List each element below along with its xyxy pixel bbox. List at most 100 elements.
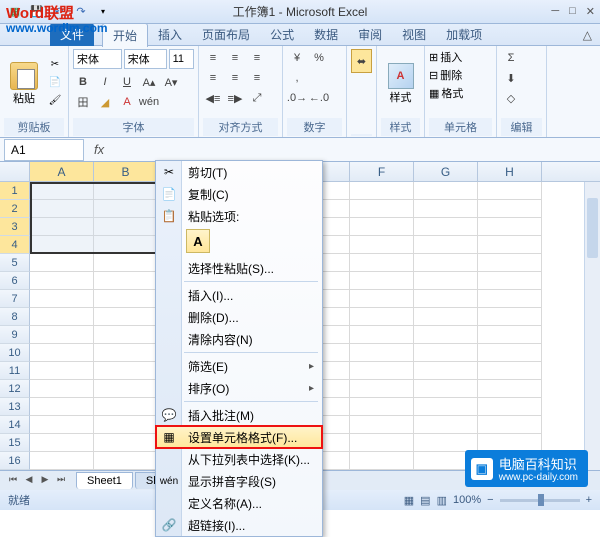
orientation-icon[interactable]: ⤢ (247, 89, 267, 107)
row-header[interactable]: 11 (0, 362, 30, 380)
font-size-combo[interactable]: 11 (169, 49, 194, 69)
align-right-icon[interactable]: ≡ (247, 69, 267, 87)
font-name2-combo[interactable]: 宋体 (124, 49, 167, 69)
row-header[interactable]: 5 (0, 254, 30, 272)
zoom-thumb[interactable] (538, 494, 544, 506)
menu-cut[interactable]: ✂剪切(T) (156, 161, 322, 183)
vertical-scrollbar[interactable] (584, 182, 600, 470)
border-icon[interactable]: 田 (73, 93, 93, 111)
zoom-in-icon[interactable]: + (586, 494, 592, 506)
tab-data[interactable]: 数据 (304, 23, 348, 46)
row-header[interactable]: 8 (0, 308, 30, 326)
fill-color-icon[interactable]: ◢ (95, 93, 115, 111)
tab-formulas[interactable]: 公式 (260, 23, 304, 46)
row-header[interactable]: 7 (0, 290, 30, 308)
menu-format-cells[interactable]: ▦设置单元格格式(F)... (156, 426, 322, 448)
font-name-combo[interactable]: 宋体 (73, 49, 122, 69)
cut-icon[interactable]: ✂ (46, 58, 64, 74)
row-header[interactable]: 15 (0, 434, 30, 452)
minimize-button[interactable]: ─ (551, 5, 559, 18)
align-mid-icon[interactable]: ≡ (225, 49, 245, 67)
row-header[interactable]: 13 (0, 398, 30, 416)
percent-button[interactable]: % (309, 49, 329, 67)
inc-decimal-icon[interactable]: .0→ (287, 89, 307, 107)
minimize-ribbon-icon[interactable]: △ (583, 28, 592, 42)
grow-font-icon[interactable]: A▴ (139, 73, 159, 91)
phonetic-icon[interactable]: wén (139, 93, 159, 111)
paste-button[interactable]: 粘贴 (4, 49, 44, 118)
styles-button[interactable]: A 样式 (381, 49, 420, 118)
tab-view[interactable]: 视图 (392, 23, 436, 46)
zoom-out-icon[interactable]: − (487, 494, 493, 506)
col-header[interactable]: G (414, 162, 478, 181)
row-header[interactable]: 1 (0, 182, 30, 200)
menu-copy[interactable]: 📄复制(C) (156, 183, 322, 205)
row-header[interactable]: 9 (0, 326, 30, 344)
font-color-icon[interactable]: A (117, 93, 137, 111)
italic-button[interactable]: I (95, 73, 115, 91)
menu-hyperlink[interactable]: 🔗超链接(I)... (156, 514, 322, 536)
insert-icon[interactable]: ⊞ (429, 51, 438, 64)
zoom-level[interactable]: 100% (453, 494, 481, 506)
row-header[interactable]: 3 (0, 218, 30, 236)
menu-clear[interactable]: 清除内容(N) (156, 328, 322, 350)
nav-first-icon[interactable]: ⏮ (6, 474, 20, 488)
bold-button[interactable]: B (73, 73, 93, 91)
menu-paste-special[interactable]: 选择性粘贴(S)... (156, 257, 322, 279)
menu-show-phonetic[interactable]: wén显示拼音字段(S) (156, 470, 322, 492)
fill-icon[interactable]: ⬇ (501, 69, 521, 87)
underline-button[interactable]: U (117, 73, 137, 91)
cells-format[interactable]: 格式 (441, 85, 463, 101)
tab-review[interactable]: 审阅 (348, 23, 392, 46)
align-center-icon[interactable]: ≡ (225, 69, 245, 87)
merge-cells-icon[interactable]: ⬌ (351, 49, 372, 73)
col-header[interactable]: A (30, 162, 94, 181)
zoom-slider[interactable] (500, 499, 580, 502)
comma-button[interactable]: , (287, 69, 307, 87)
align-top-icon[interactable]: ≡ (203, 49, 223, 67)
autosum-icon[interactable]: Σ (501, 49, 521, 67)
currency-icon[interactable]: ¥ (287, 49, 307, 67)
format-painter-icon[interactable]: 🖌 (46, 94, 64, 110)
nav-prev-icon[interactable]: ◀ (22, 474, 36, 488)
fx-button[interactable]: fx (88, 142, 110, 157)
copy-icon[interactable]: 📄 (46, 76, 64, 92)
menu-filter[interactable]: 筛选(E) (156, 355, 322, 377)
dec-decimal-icon[interactable]: ←.0 (309, 89, 329, 107)
view-layout-icon[interactable]: ▤ (420, 494, 430, 507)
tab-home[interactable]: 开始 (102, 23, 148, 47)
select-all-corner[interactable] (0, 162, 30, 181)
shrink-font-icon[interactable]: A▾ (161, 73, 181, 91)
row-header[interactable]: 2 (0, 200, 30, 218)
tab-insert[interactable]: 插入 (148, 23, 192, 46)
cells-delete[interactable]: 删除 (440, 67, 462, 83)
align-left-icon[interactable]: ≡ (203, 69, 223, 87)
tab-addins[interactable]: 加载项 (436, 23, 492, 46)
menu-pick-from-list[interactable]: 从下拉列表中选择(K)... (156, 448, 322, 470)
menu-sort[interactable]: 排序(O) (156, 377, 322, 399)
view-pagebreak-icon[interactable]: ▥ (437, 494, 447, 507)
align-bot-icon[interactable]: ≡ (247, 49, 267, 67)
close-button[interactable]: ✕ (586, 5, 595, 18)
tab-page-layout[interactable]: 页面布局 (192, 23, 260, 46)
menu-delete[interactable]: 删除(D)... (156, 306, 322, 328)
cells-insert[interactable]: 插入 (440, 49, 462, 65)
col-header[interactable]: B (94, 162, 158, 181)
row-header[interactable]: 6 (0, 272, 30, 290)
nav-last-icon[interactable]: ⏭ (54, 474, 68, 488)
clear-icon[interactable]: ◇ (501, 89, 521, 107)
row-header[interactable]: 14 (0, 416, 30, 434)
name-box[interactable]: A1 (4, 139, 84, 161)
row-header[interactable]: 16 (0, 452, 30, 470)
menu-insert-comment[interactable]: 💬插入批注(M) (156, 404, 322, 426)
paste-option-values[interactable]: A (186, 229, 210, 253)
col-header[interactable]: H (478, 162, 542, 181)
delete-icon[interactable]: ⊟ (429, 69, 438, 82)
row-header[interactable]: 10 (0, 344, 30, 362)
menu-insert[interactable]: 插入(I)... (156, 284, 322, 306)
format-icon[interactable]: ▦ (429, 87, 439, 100)
sheet-tab-1[interactable]: Sheet1 (76, 472, 133, 489)
row-header[interactable]: 12 (0, 380, 30, 398)
indent-dec-icon[interactable]: ◀≡ (203, 89, 223, 107)
maximize-button[interactable]: □ (569, 5, 576, 18)
